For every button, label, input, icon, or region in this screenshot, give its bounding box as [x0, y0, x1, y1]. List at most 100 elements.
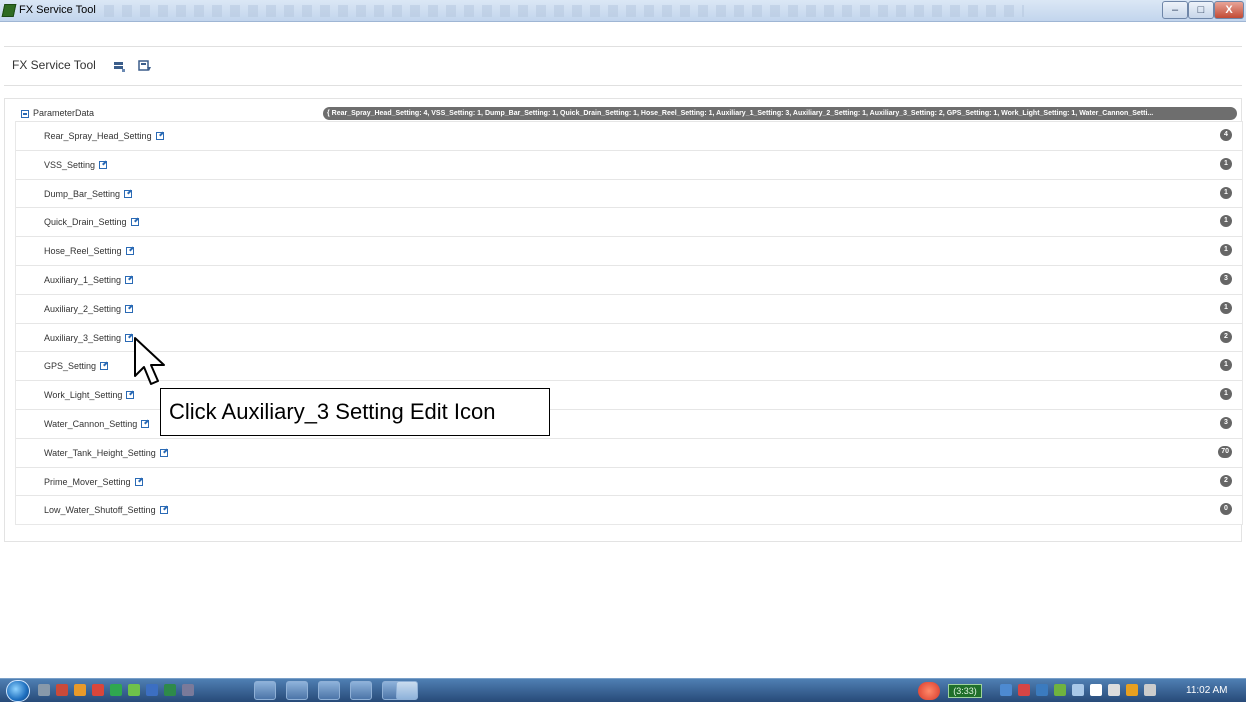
edit-icon[interactable]: [100, 362, 109, 371]
tray-power-icon[interactable]: [1126, 684, 1138, 696]
value-badge: 4: [1220, 129, 1232, 141]
edit-icon[interactable]: [125, 333, 134, 342]
setting-label: VSS_Setting: [44, 160, 108, 170]
setting-name: GPS_Setting: [44, 361, 97, 372]
value-badge: 70: [1218, 445, 1232, 458]
tray-shield-icon[interactable]: [1000, 684, 1012, 696]
value-badge: 2: [1220, 330, 1232, 343]
close-button[interactable]: X: [1214, 1, 1244, 19]
word-icon[interactable]: [146, 684, 158, 696]
page-title: FX Service Tool: [12, 58, 96, 72]
tree-row: Rear_Spray_Head_Setting 4: [16, 121, 1242, 150]
setting-name: Auxiliary_2_Setting: [44, 303, 122, 314]
setting-name: Hose_Reel_Setting: [44, 246, 122, 257]
battery-status[interactable]: (3:33): [948, 684, 982, 698]
value-badge: 0: [1220, 503, 1232, 516]
value-badge: 1: [1220, 215, 1232, 228]
value-badge: 1: [1220, 301, 1232, 314]
tree-rows: Rear_Spray_Head_Setting 4 VSS_Setting 1 Dump…: [15, 121, 1243, 526]
instruction-callout: Click Auxiliary_3 Setting Edit Icon: [160, 388, 550, 436]
start-button[interactable]: [6, 680, 30, 702]
volume-icon[interactable]: [1144, 684, 1156, 696]
edit-icon[interactable]: [159, 506, 168, 515]
excel-icon[interactable]: [164, 684, 176, 696]
tree-root: ParameterData { Rear_Spray_Head_Setting:…: [15, 107, 1243, 121]
edit-icon[interactable]: [125, 275, 134, 284]
edit-icon[interactable]: [99, 160, 108, 169]
tray-window-icon[interactable]: [1036, 684, 1048, 696]
show-desktop-icon[interactable]: [38, 684, 50, 696]
network-alert-icon[interactable]: [918, 682, 940, 700]
edit-icon[interactable]: [130, 218, 139, 227]
minimize-button[interactable]: –: [1162, 1, 1188, 19]
os-icon[interactable]: [182, 684, 194, 696]
tree-row: Hose_Reel_Setting 1: [16, 236, 1242, 265]
setting-label: Work_Light_Setting: [44, 390, 135, 401]
app-logo-icon: [1, 4, 17, 17]
setting-label: Quick_Drain_Setting: [44, 217, 139, 227]
setting-label: Rear_Spray_Head_Setting: [44, 131, 164, 141]
quick-launch: [38, 684, 194, 698]
edit-icon[interactable]: [125, 247, 134, 256]
tray-gear-icon[interactable]: [1018, 684, 1030, 696]
tray-device-icon[interactable]: [1108, 684, 1120, 696]
edit-icon[interactable]: [141, 419, 150, 428]
setting-label: Water_Cannon_Setting: [44, 418, 150, 429]
setting-label: Dump_Bar_Setting: [44, 188, 133, 199]
app-header: FX Service Tool: [4, 46, 1242, 86]
value-badge: 3: [1220, 416, 1232, 429]
tray-green-icon[interactable]: [1054, 684, 1066, 696]
edit-icon[interactable]: [134, 477, 143, 486]
edit-icon[interactable]: [126, 391, 135, 400]
green-app-icon[interactable]: [128, 684, 140, 696]
setting-name: Work_Light_Setting: [44, 390, 123, 401]
value-badge: 3: [1220, 272, 1232, 285]
edit-icon[interactable]: [155, 132, 164, 140]
setting-label: Auxiliary_2_Setting: [44, 303, 134, 314]
taskbar-app-3[interactable]: [318, 681, 340, 700]
tree-row: VSS_Setting 1: [16, 149, 1242, 179]
taskbar: (3:33) 11:02 AM: [0, 678, 1246, 702]
edit-icon[interactable]: [125, 304, 134, 313]
taskbar-fx-service-tool[interactable]: [396, 681, 418, 700]
setting-name: Auxiliary_3_Setting: [44, 332, 122, 343]
tree-row: Prime_Mover_Setting 2: [16, 466, 1242, 496]
tray-flag-icon[interactable]: [1090, 684, 1102, 696]
edit-icon[interactable]: [159, 448, 168, 457]
taskbar-app-1[interactable]: [254, 681, 276, 700]
setting-label: Auxiliary_1_Setting: [44, 275, 134, 285]
tree-row: Auxiliary_1_Setting 3: [16, 264, 1242, 294]
window-titlebar: FX Service Tool – □ X: [0, 0, 1246, 22]
setting-name: Prime_Mover_Setting: [44, 476, 131, 487]
parameter-panel: ParameterData { Rear_Spray_Head_Setting:…: [4, 98, 1243, 542]
edit-icon[interactable]: [124, 189, 133, 198]
mouse-cursor-icon: [134, 337, 165, 385]
setting-name: Dump_Bar_Setting: [44, 188, 121, 199]
taskbar-explorer[interactable]: [350, 681, 372, 700]
download-icon[interactable]: [138, 59, 152, 73]
firefox-icon[interactable]: [74, 684, 86, 696]
value-badge: 1: [1220, 388, 1232, 401]
connect-icon[interactable]: [112, 59, 126, 73]
maximize-button[interactable]: □: [1188, 1, 1214, 19]
window-title: FX Service Tool: [19, 4, 96, 16]
setting-label: Hose_Reel_Setting: [44, 246, 134, 256]
tree-row: Quick_Drain_Setting 1: [16, 207, 1242, 237]
play-icon[interactable]: [110, 684, 122, 696]
tree-row: Dump_Bar_Setting 1: [16, 178, 1242, 208]
tree-row: Low_Water_Shutoff_Setting 0: [16, 495, 1242, 525]
tree-row: GPS_Setting 1: [16, 351, 1242, 381]
collapse-toggle-icon[interactable]: [21, 110, 29, 118]
value-badge: 2: [1220, 474, 1232, 487]
tree-root-label: ParameterData: [33, 108, 95, 118]
taskbar-app-2[interactable]: [286, 681, 308, 700]
tree-row: Auxiliary_2_Setting 1: [16, 293, 1242, 323]
setting-name: Water_Cannon_Setting: [44, 418, 138, 429]
taskbar-clock[interactable]: 11:02 AM: [1186, 685, 1228, 696]
media-player-icon[interactable]: [56, 684, 68, 696]
value-badge: 1: [1220, 186, 1232, 199]
setting-label: Auxiliary_3_Setting: [44, 332, 134, 343]
value-badge: 1: [1220, 244, 1232, 257]
tray-network-icon[interactable]: [1072, 684, 1084, 696]
chrome-icon[interactable]: [92, 684, 104, 696]
